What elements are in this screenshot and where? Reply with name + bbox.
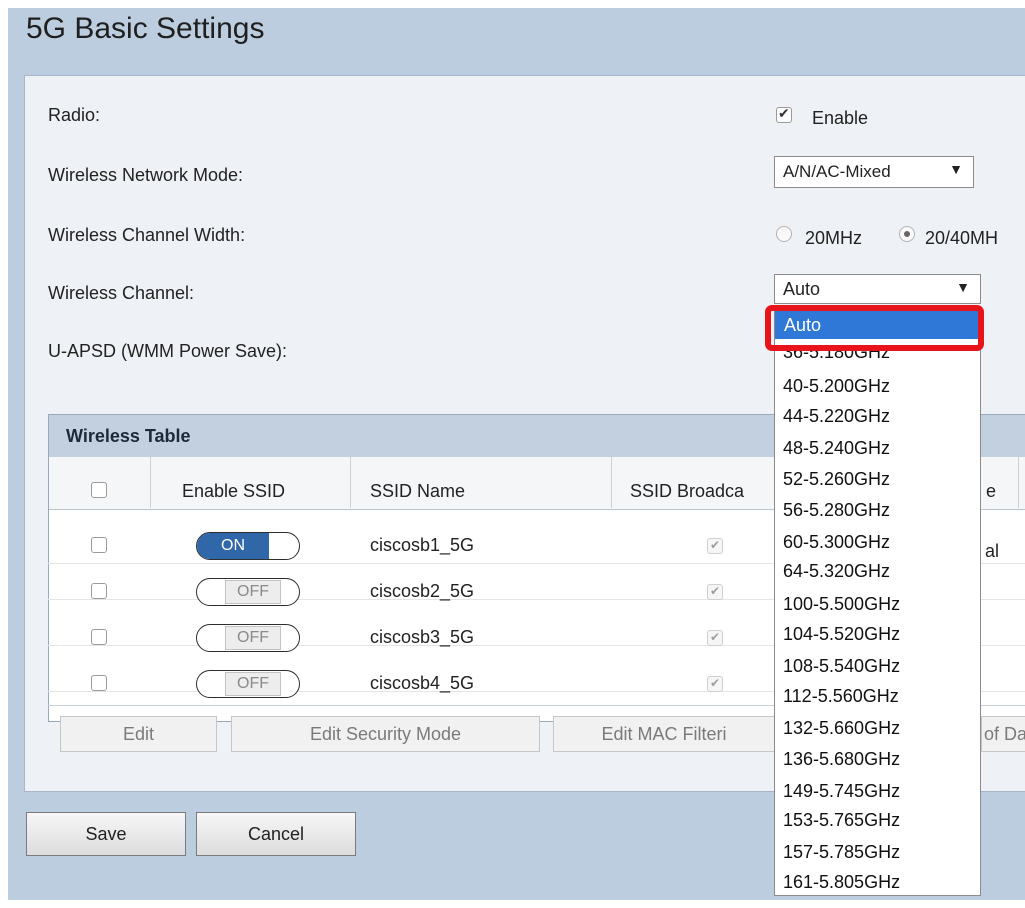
header-ssid-name: SSID Name bbox=[370, 481, 466, 501]
dropdown-option[interactable]: 153-5.765GHz bbox=[783, 810, 900, 831]
annotation-highlight-box bbox=[765, 305, 984, 351]
select-all-checkbox[interactable] bbox=[91, 482, 107, 498]
header-partial-column: e bbox=[986, 481, 997, 501]
dropdown-option[interactable]: 161-5.805GHz bbox=[783, 872, 900, 893]
column-divider bbox=[1018, 456, 1019, 508]
column-divider bbox=[150, 456, 151, 508]
channel-width-label: Wireless Channel Width: bbox=[48, 225, 246, 245]
uapsd-label: U-APSD (WMM Power Save): bbox=[48, 341, 288, 361]
radio-enable-checkbox[interactable] bbox=[776, 105, 792, 123]
dropdown-option[interactable]: 100-5.500GHz bbox=[783, 594, 900, 615]
dropdown-option[interactable]: 136-5.680GHz bbox=[783, 749, 900, 770]
ssid-broadcast-checkbox bbox=[707, 584, 723, 600]
cancel-button[interactable]: Cancel bbox=[196, 812, 356, 856]
edit-mac-filtering-button[interactable]: Edit MAC Filteri bbox=[553, 716, 775, 752]
column-divider bbox=[611, 456, 612, 508]
column-divider bbox=[350, 456, 351, 508]
dropdown-option[interactable]: 108-5.540GHz bbox=[783, 656, 900, 677]
dropdown-option[interactable]: 56-5.280GHz bbox=[783, 500, 890, 521]
radio-enable-label: Enable bbox=[812, 108, 869, 128]
toggle-off-label: OFF bbox=[225, 672, 281, 696]
dropdown-option[interactable]: 52-5.260GHz bbox=[783, 469, 890, 490]
chevron-down-icon: ▼ bbox=[956, 279, 970, 295]
ssid-broadcast-checkbox bbox=[707, 538, 723, 554]
width-20mhz-label: 20MHz bbox=[805, 228, 863, 248]
dropdown-option[interactable]: 64-5.320GHz bbox=[783, 561, 890, 582]
toggle-off-label: OFF bbox=[225, 580, 281, 604]
row-checkbox[interactable] bbox=[91, 583, 107, 599]
wireless-channel-label: Wireless Channel: bbox=[48, 283, 195, 303]
network-mode-value: A/N/AC-Mixed bbox=[783, 162, 891, 181]
partial-action-button[interactable]: of Da bbox=[981, 716, 1025, 752]
dropdown-option[interactable]: 48-5.240GHz bbox=[783, 438, 890, 459]
ssid-broadcast-checkbox bbox=[707, 630, 723, 646]
radio-label: Radio: bbox=[48, 105, 101, 125]
dropdown-option[interactable]: 104-5.520GHz bbox=[783, 624, 900, 645]
dropdown-option[interactable]: 112-5.560GHz bbox=[783, 686, 899, 707]
dropdown-option[interactable]: 60-5.300GHz bbox=[783, 532, 890, 553]
header-enable-ssid: Enable SSID bbox=[182, 481, 286, 501]
wireless-table-title: Wireless Table bbox=[66, 426, 191, 446]
partial-cell-text: al bbox=[985, 541, 1000, 561]
toggle-off-label: OFF bbox=[225, 626, 281, 650]
page-title: 5G Basic Settings bbox=[26, 12, 265, 45]
wireless-channel-dropdown-list[interactable]: Auto 36-5.180GHz 40-5.200GHz 44-5.220GHz… bbox=[774, 306, 981, 896]
ssid-name: ciscosb4_5G bbox=[370, 673, 475, 693]
network-mode-select[interactable]: A/N/AC-Mixed ▼ bbox=[774, 156, 974, 188]
ssid-name: ciscosb3_5G bbox=[370, 627, 475, 647]
wireless-channel-select[interactable]: Auto ▼ bbox=[774, 274, 981, 304]
enable-ssid-toggle[interactable]: OFF bbox=[196, 624, 300, 652]
ssid-name: ciscosb1_5G bbox=[370, 535, 475, 555]
header-ssid-broadcast: SSID Broadca bbox=[630, 481, 745, 501]
ssid-name: ciscosb2_5G bbox=[370, 581, 475, 601]
edit-security-mode-button[interactable]: Edit Security Mode bbox=[231, 716, 540, 752]
row-checkbox[interactable] bbox=[91, 629, 107, 645]
row-checkbox[interactable] bbox=[91, 537, 107, 553]
enable-ssid-toggle[interactable]: OFF bbox=[196, 578, 300, 606]
width-20mhz-radio[interactable] bbox=[776, 226, 792, 242]
width-20-40mhz-label: 20/40MH bbox=[925, 228, 999, 248]
dropdown-option[interactable]: 149-5.745GHz bbox=[783, 781, 900, 802]
network-mode-label: Wireless Network Mode: bbox=[48, 165, 244, 185]
width-20-40mhz-radio[interactable] bbox=[899, 226, 915, 242]
chevron-down-icon: ▼ bbox=[949, 161, 963, 177]
enable-ssid-toggle[interactable]: ON bbox=[196, 532, 300, 560]
ssid-broadcast-checkbox bbox=[707, 676, 723, 692]
toggle-on-label: ON bbox=[197, 533, 269, 559]
enable-ssid-toggle[interactable]: OFF bbox=[196, 670, 300, 698]
save-button[interactable]: Save bbox=[26, 812, 186, 856]
dropdown-option[interactable]: 40-5.200GHz bbox=[783, 376, 890, 397]
dropdown-option[interactable]: 157-5.785GHz bbox=[783, 842, 900, 863]
dropdown-option[interactable]: 132-5.660GHz bbox=[783, 718, 900, 739]
row-checkbox[interactable] bbox=[91, 675, 107, 691]
edit-button[interactable]: Edit bbox=[60, 716, 217, 752]
dropdown-option[interactable]: 44-5.220GHz bbox=[783, 406, 890, 427]
wireless-channel-value: Auto bbox=[783, 279, 821, 299]
